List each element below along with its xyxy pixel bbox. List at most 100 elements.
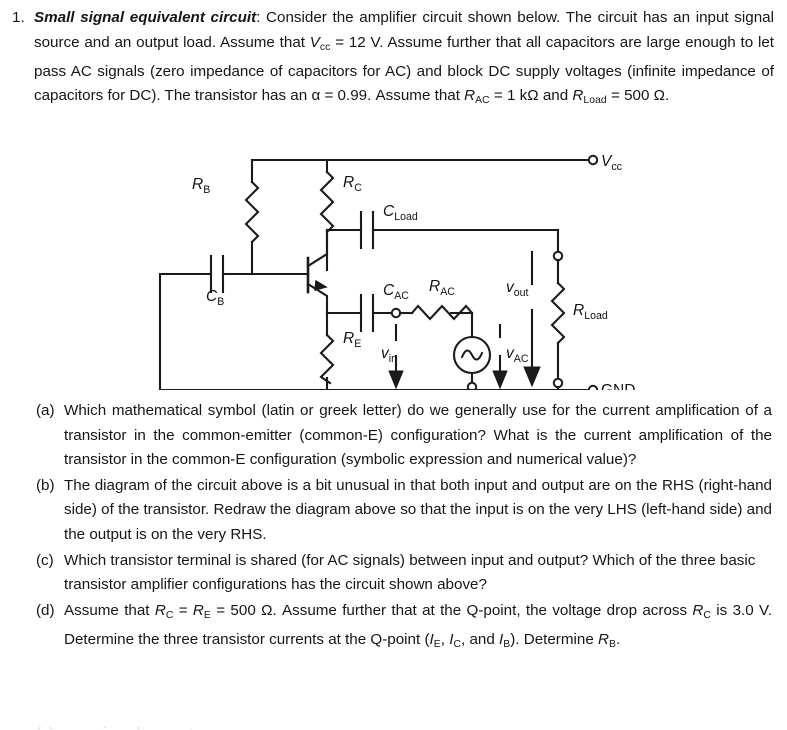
- label-cac: CAC: [383, 282, 409, 302]
- d-text-4: . Assume further that at the Q-point, th…: [272, 601, 693, 619]
- d-ohm: Ω: [261, 601, 273, 619]
- d-text-1: Assume that: [64, 601, 155, 619]
- subquestion-b: (b) The diagram of the circuit above is …: [36, 474, 780, 548]
- d-rb-symbol: R: [598, 631, 609, 649]
- d-re-sub: E: [203, 609, 211, 621]
- terminal-vcc: [587, 154, 599, 166]
- document-page: 1. Small signal equivalent circuit: Cons…: [0, 0, 787, 730]
- vcc-symbol: V: [309, 33, 320, 51]
- rac-symbol: R: [464, 87, 476, 105]
- d-text-3: = 500: [210, 601, 262, 619]
- resistor-rb-zigzag: [244, 180, 260, 244]
- subquestion-c-text: Which transistor terminal is shared (for…: [64, 551, 756, 594]
- rload-subscript: Load: [583, 95, 607, 107]
- d-text-8: ). Determine: [510, 631, 599, 649]
- transistor-emitter-arrow: [314, 279, 328, 291]
- label-vin: vin: [381, 345, 397, 365]
- subquestion-list: (a) Which mathematical symbol (latin or …: [36, 399, 780, 659]
- subquestion-c: (c) Which transistor terminal is shared …: [36, 549, 780, 598]
- transistor-collector-lead: [306, 230, 329, 268]
- label-vcc: Vcc: [601, 153, 623, 173]
- alpha-symbol: α: [311, 87, 321, 105]
- resistor-re-zigzag: [319, 333, 335, 385]
- problem-text: Small signal equivalent circuit: Conside…: [34, 6, 780, 114]
- problem-text-5: and: [538, 87, 573, 105]
- label-rc: RC: [343, 174, 362, 194]
- d-text-7: , and: [461, 631, 499, 649]
- label-re: RE: [343, 330, 361, 350]
- problem-text-4: = 1 k: [489, 87, 528, 105]
- label-rc-sub: C: [354, 182, 362, 194]
- label-cload: CLoad: [383, 203, 418, 223]
- d-text-9: .: [615, 631, 621, 649]
- label-cb-sub: B: [217, 296, 224, 308]
- terminal-gnd: [587, 384, 599, 390]
- terminal-rload-bottom: [552, 377, 564, 389]
- label-vout-sub: out: [514, 287, 529, 299]
- problem-text-3: = 0.99. Assume that: [320, 87, 465, 105]
- d-rc2-sub: C: [703, 609, 711, 621]
- problem-row: 1. Small signal equivalent circuit: Cons…: [8, 6, 780, 114]
- label-vout: vout: [506, 279, 529, 299]
- subquestion-b-label: (b): [36, 476, 55, 494]
- subquestion-b-text: The diagram of the circuit above is a bi…: [64, 476, 772, 543]
- label-rb: RB: [192, 176, 210, 196]
- label-rac: RAC: [429, 278, 455, 298]
- label-cload-sub: Load: [394, 211, 418, 223]
- label-rac-main: R: [429, 278, 440, 295]
- problem-statement: 1. Small signal equivalent circuit: Cons…: [8, 6, 780, 114]
- vcc-subscript: cc: [319, 41, 331, 53]
- resistor-rc-zigzag: [319, 170, 335, 234]
- label-rload-sub: Load: [584, 310, 608, 322]
- rload-symbol: R: [572, 87, 584, 105]
- label-cload-main: C: [383, 203, 395, 220]
- arrow-vac-head: [492, 370, 508, 390]
- problem-lead: Small signal equivalent circuit: [34, 9, 257, 26]
- d-ie-sub: E: [433, 639, 441, 651]
- ohm-symbol-1: Ω: [527, 87, 539, 105]
- subquestion-d-text: Assume that RC = RE = 500 Ω. Assume furt…: [64, 599, 780, 658]
- d-ic-sub: C: [453, 639, 461, 651]
- label-rload: RLoad: [573, 302, 608, 322]
- label-cb: CB: [206, 288, 224, 308]
- circuit-diagram-figure: RB RC RE RAC RLoad CB CLoad CAC vin vAC …: [140, 150, 650, 390]
- label-vin-sub: in: [389, 353, 397, 365]
- problem-number: 1.: [12, 9, 25, 26]
- rac-subscript: AC: [475, 95, 490, 107]
- label-vcc-sub: cc: [611, 161, 622, 173]
- arrow-vin-head: [388, 370, 404, 390]
- arrow-vout-head: [523, 366, 541, 388]
- problem-text-7: .: [665, 87, 670, 105]
- subquestion-a-text: Which mathematical symbol (latin or gree…: [64, 402, 772, 469]
- label-cac-sub: AC: [394, 290, 409, 302]
- terminal-vin: [390, 307, 402, 319]
- ohm-symbol-2: Ω: [653, 87, 666, 105]
- label-rb-main: R: [192, 176, 203, 193]
- label-cb-main: C: [206, 288, 218, 305]
- label-rb-sub: B: [203, 184, 210, 196]
- d-re-symbol: R: [192, 601, 204, 619]
- label-vac: vAC: [506, 345, 529, 365]
- label-rload-main: R: [573, 302, 584, 319]
- terminal-rload-top: [552, 250, 564, 262]
- circuit-svg: RB RC RE RAC RLoad CB CLoad CAC vin vAC …: [158, 153, 635, 390]
- terminal-source-gnd: [466, 381, 478, 390]
- subquestion-d-label: (d): [36, 601, 55, 619]
- subquestion-d: (d) Assume that RC = RE = 500 Ω. Assume …: [36, 599, 780, 658]
- label-rc-main: R: [343, 174, 354, 191]
- d-text-6: ,: [440, 631, 450, 649]
- label-re-sub: E: [354, 338, 361, 350]
- subquestion-c-label: (c): [36, 551, 54, 569]
- subquestion-a: (a) Which mathematical symbol (latin or …: [36, 399, 780, 473]
- label-cac-main: C: [383, 282, 395, 299]
- cut-off-next-line: (e) ... continued on next page ...: [36, 722, 776, 729]
- d-rc-symbol: R: [154, 601, 166, 619]
- resistor-rload-zigzag: [550, 281, 566, 345]
- label-rac-sub: AC: [440, 286, 455, 298]
- d-rc2-symbol: R: [692, 601, 704, 619]
- d-text-2: =: [173, 601, 193, 619]
- label-vac-sub: AC: [514, 353, 529, 365]
- subquestion-a-label: (a): [36, 402, 55, 419]
- label-re-main: R: [343, 330, 354, 347]
- label-gnd: GND: [601, 382, 635, 390]
